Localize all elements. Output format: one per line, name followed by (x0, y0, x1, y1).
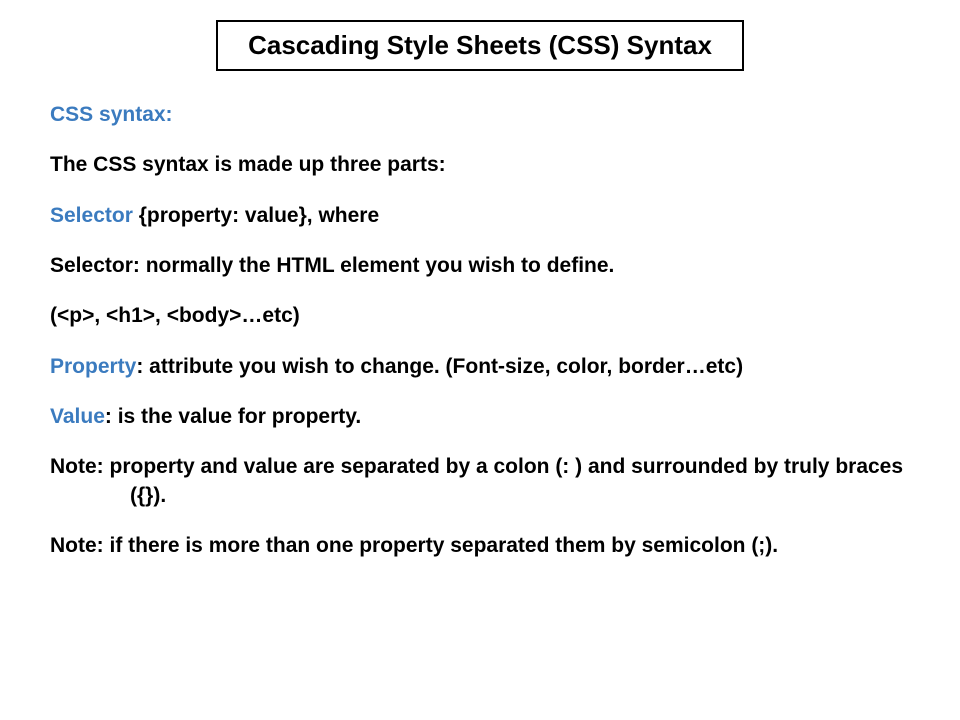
text-line: (<p>, <h1>, <body>…etc) (50, 302, 920, 330)
text-span: {property: value}, where (139, 204, 379, 227)
text-line: Selector: normally the HTML element you … (50, 252, 920, 280)
text-span: : attribute you wish to change. (Font-si… (136, 355, 743, 378)
text-line: Value: is the value for property. (50, 403, 920, 431)
text-line: Note: if there is more than one property… (50, 532, 920, 560)
highlight-text: Selector (50, 204, 139, 227)
content-body: CSS syntax: The CSS syntax is made up th… (40, 101, 920, 560)
text-line: Property: attribute you wish to change. … (50, 353, 920, 381)
text-span: : is the value for property. (105, 405, 361, 428)
highlight-text: Value (50, 405, 105, 428)
title-box: Cascading Style Sheets (CSS) Syntax (216, 20, 744, 71)
page-title: Cascading Style Sheets (CSS) Syntax (248, 30, 712, 61)
text-line: CSS syntax: (50, 101, 920, 129)
text-line: Note: property and value are separated b… (50, 453, 920, 510)
text-line: The CSS syntax is made up three parts: (50, 151, 920, 179)
text-line: Selector {property: value}, where (50, 202, 920, 230)
highlight-text: CSS syntax: (50, 103, 173, 126)
highlight-text: Property (50, 355, 136, 378)
